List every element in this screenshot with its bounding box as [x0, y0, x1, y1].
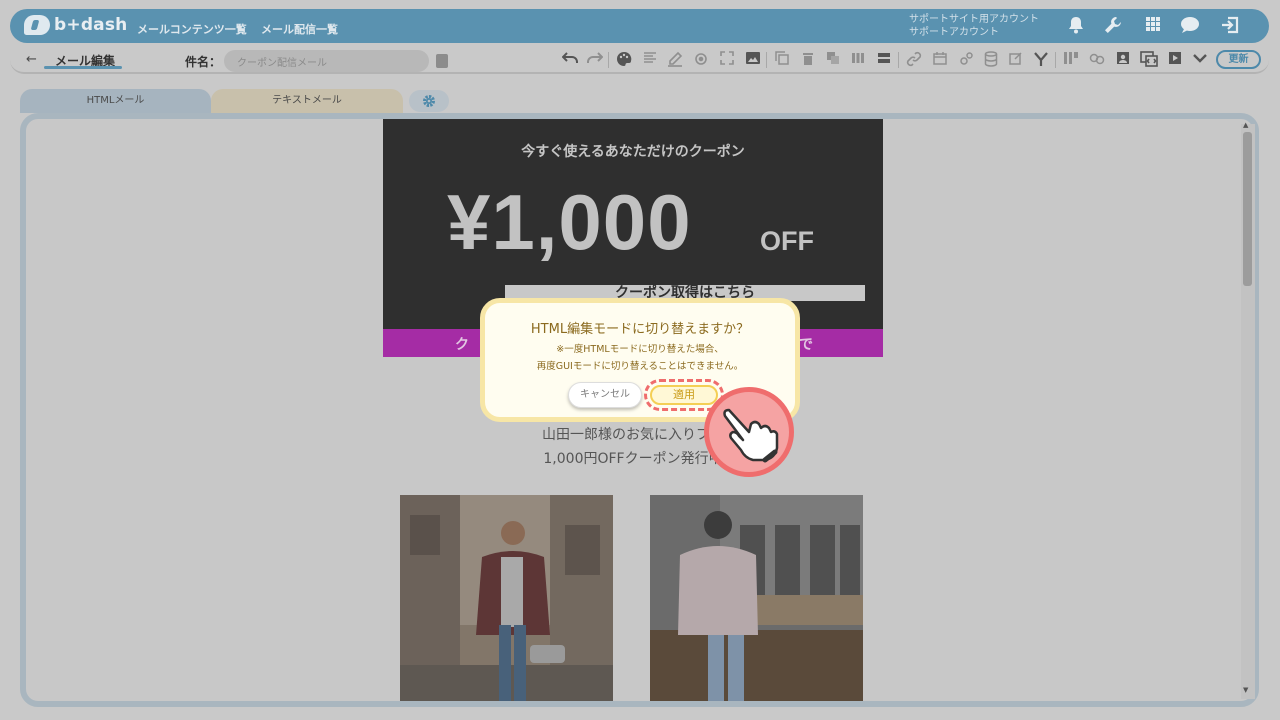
code-icon[interactable]: [1140, 51, 1158, 69]
account-site-name: サポートサイト用アカウント: [909, 14, 1039, 25]
tab-text-mail[interactable]: テキストメール: [211, 89, 403, 113]
dialog-note-1: ※一度HTMLモードに切り替えた場合、: [556, 344, 724, 355]
logo[interactable]: b+dash: [24, 15, 127, 35]
palette-icon[interactable]: [615, 51, 633, 69]
image-icon[interactable]: [744, 51, 762, 69]
logout-icon[interactable]: [1220, 16, 1240, 36]
columns-icon[interactable]: [849, 51, 867, 69]
account-info[interactable]: サポートサイト用アカウント サポートアカウント: [909, 13, 1039, 39]
toolbar-separator: [766, 52, 767, 68]
gear-icon: [422, 95, 436, 112]
redo-icon[interactable]: [586, 51, 604, 69]
rows-icon[interactable]: [875, 51, 893, 69]
dialog-note-2: 再度GUIモードに切り替えることはできません。: [536, 361, 744, 372]
account-name: サポートアカウント: [909, 27, 999, 38]
chat-icon[interactable]: [1180, 16, 1200, 36]
cancel-button[interactable]: キャンセル: [568, 382, 642, 408]
expand-icon[interactable]: [718, 51, 736, 69]
apply-button[interactable]: 適用: [650, 385, 718, 405]
tab-html-mail[interactable]: HTMLメール: [20, 89, 211, 113]
bell-icon[interactable]: [1066, 16, 1086, 36]
grid-icon[interactable]: [1143, 16, 1163, 36]
banner-text-left: ク: [455, 337, 469, 353]
settings-tab[interactable]: [409, 90, 449, 112]
undo-icon[interactable]: [561, 51, 579, 69]
pointer-hand-icon: [704, 387, 794, 477]
calendar-icon[interactable]: [931, 51, 949, 69]
chevron-down-icon[interactable]: [1191, 51, 1209, 69]
subject-edit-icon[interactable]: [436, 54, 448, 68]
target-icon[interactable]: [692, 51, 710, 69]
pen-icon[interactable]: [666, 51, 684, 69]
gears-icon[interactable]: [957, 51, 975, 69]
align-icon[interactable]: [641, 51, 659, 69]
coupon-issued-text: 1,000円OFFクーポン発行中: [543, 451, 723, 467]
scroll-down-arrow[interactable]: ▼: [1243, 686, 1248, 694]
copy-icon[interactable]: [773, 51, 791, 69]
play-icon[interactable]: [1166, 51, 1184, 69]
toolbar-separator: [608, 52, 609, 68]
banner-text-right: で: [799, 337, 813, 353]
page-title-underline: [44, 66, 122, 69]
toolbar-separator: [1055, 52, 1056, 68]
logo-icon: [24, 15, 50, 35]
coupon-price: ¥1,000: [447, 178, 692, 266]
update-button[interactable]: 更新: [1216, 50, 1261, 69]
subject-input[interactable]: [224, 50, 429, 72]
dialog-title: HTML編集モードに切り替えますか？: [530, 322, 750, 337]
profile-icon[interactable]: [1114, 51, 1132, 69]
scrollbar-thumb[interactable]: [1243, 132, 1252, 286]
branch-icon[interactable]: [1032, 51, 1050, 69]
nav-mail-delivery[interactable]: メール配信一覧: [261, 21, 338, 37]
coupon-price-suffix: OFF: [760, 226, 814, 256]
link-icon[interactable]: [905, 51, 923, 69]
back-button[interactable]: ←: [26, 52, 37, 67]
toolbar-separator: [898, 52, 899, 68]
logo-text: b+dash: [54, 15, 128, 35]
subject-label: 件名：: [185, 55, 222, 69]
edit-icon[interactable]: [1007, 51, 1025, 69]
chain-icon[interactable]: [1088, 51, 1106, 69]
scroll-up-arrow[interactable]: ▲: [1243, 121, 1248, 129]
product-photo-2: [650, 495, 863, 701]
favorite-brand-text: 山田一郎様のお気に入りブラ: [542, 427, 724, 443]
product-photo-1: [400, 495, 613, 701]
duplicate-icon[interactable]: [824, 51, 842, 69]
nav-mail-contents[interactable]: メールコンテンツ一覧: [137, 21, 247, 37]
wrench-icon[interactable]: [1103, 16, 1123, 36]
blocks-icon[interactable]: [1062, 51, 1080, 69]
database-icon[interactable]: [982, 51, 1000, 69]
email-headline: 今すぐ使えるあなただけのクーポン: [521, 144, 745, 160]
trash-icon[interactable]: [799, 51, 817, 69]
